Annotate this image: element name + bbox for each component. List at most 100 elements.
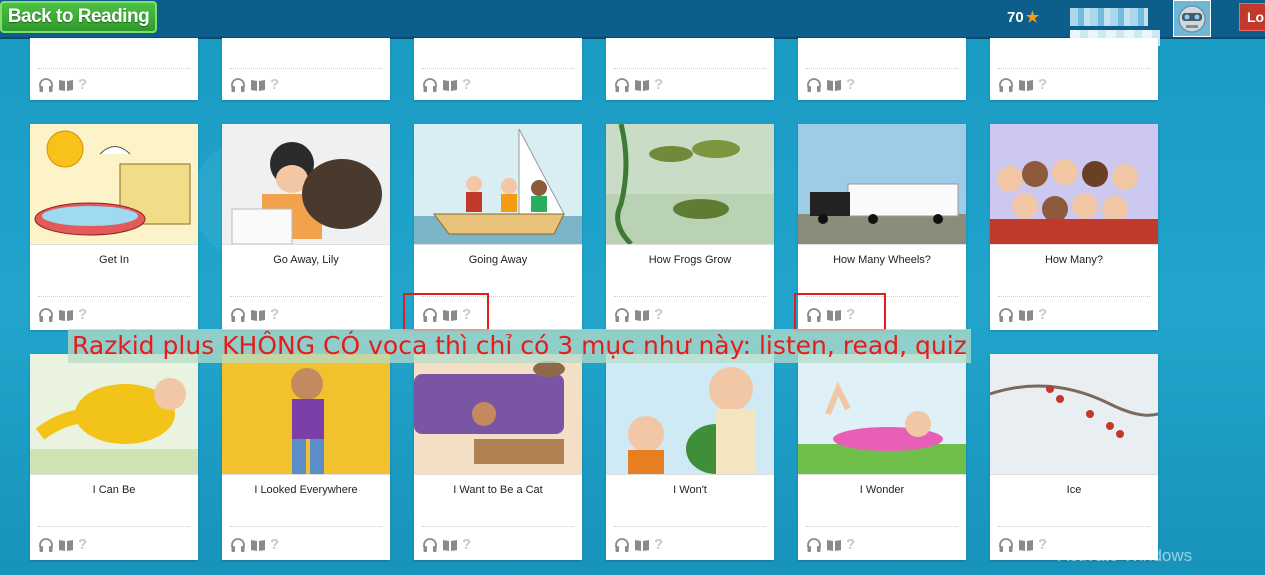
quiz-icon[interactable]: ? xyxy=(78,76,94,93)
headphones-icon[interactable] xyxy=(998,537,1014,553)
headphones-icon[interactable] xyxy=(998,77,1014,93)
quiz-icon[interactable]: ? xyxy=(1038,306,1054,323)
logout-button[interactable]: Lo xyxy=(1239,3,1265,31)
book-icon[interactable] xyxy=(442,537,458,553)
book-title[interactable]: I Looked Everywhere xyxy=(222,484,390,496)
quiz-icon[interactable]: ? xyxy=(654,536,670,553)
book-card[interactable]: How Many?? xyxy=(990,124,1158,330)
headphones-icon[interactable] xyxy=(38,307,54,323)
quiz-icon[interactable]: ? xyxy=(846,536,862,553)
book-card[interactable]: How Frogs Grow? xyxy=(606,124,774,330)
book-card[interactable]: I Can Be? xyxy=(30,354,198,560)
book-cover-image[interactable] xyxy=(30,124,198,245)
book-title[interactable]: How Many? xyxy=(990,254,1158,266)
book-cover-image[interactable] xyxy=(990,124,1158,245)
back-to-reading-button[interactable]: Back to Reading xyxy=(0,1,157,33)
quiz-icon[interactable]: ? xyxy=(1038,76,1054,93)
book-cover-image[interactable] xyxy=(606,354,774,475)
book-icon[interactable] xyxy=(1018,307,1034,323)
book-cover-image[interactable] xyxy=(30,354,198,475)
quiz-icon[interactable]: ? xyxy=(1038,536,1054,553)
headphones-icon[interactable] xyxy=(614,77,630,93)
book-icon[interactable] xyxy=(634,307,650,323)
book-icon[interactable] xyxy=(58,77,74,93)
avatar[interactable] xyxy=(1173,0,1211,37)
book-icon[interactable] xyxy=(442,77,458,93)
headphones-icon[interactable] xyxy=(422,537,438,553)
book-card[interactable]: ? xyxy=(606,38,774,100)
book-card[interactable]: ? xyxy=(414,38,582,100)
book-title[interactable]: I Want to Be a Cat xyxy=(414,484,582,496)
book-card[interactable]: ? xyxy=(30,38,198,100)
book-icon[interactable] xyxy=(1018,77,1034,93)
book-title[interactable]: I Won't xyxy=(606,484,774,496)
headphones-icon[interactable] xyxy=(230,537,246,553)
book-actions: ? xyxy=(806,536,866,552)
headphones-icon[interactable] xyxy=(998,307,1014,323)
card-divider xyxy=(230,296,382,297)
book-icon[interactable] xyxy=(634,537,650,553)
book-title[interactable]: I Can Be xyxy=(30,484,198,496)
quiz-icon[interactable]: ? xyxy=(462,76,478,93)
quiz-icon[interactable]: ? xyxy=(654,76,670,93)
book-icon[interactable] xyxy=(826,537,842,553)
headphones-icon[interactable] xyxy=(806,77,822,93)
book-card[interactable]: I Wonder? xyxy=(798,354,966,560)
book-icon[interactable] xyxy=(250,77,266,93)
headphones-icon[interactable] xyxy=(38,77,54,93)
quiz-icon[interactable]: ? xyxy=(270,76,286,93)
book-cover-image[interactable] xyxy=(990,354,1158,475)
headphones-icon[interactable] xyxy=(230,307,246,323)
quiz-icon[interactable]: ? xyxy=(270,306,286,323)
book-icon[interactable] xyxy=(58,307,74,323)
book-card[interactable]: Go Away, Lily? xyxy=(222,124,390,330)
book-title[interactable]: I Wonder xyxy=(798,484,966,496)
book-title[interactable]: Ice xyxy=(990,484,1158,496)
quiz-icon[interactable]: ? xyxy=(270,536,286,553)
book-title[interactable]: Go Away, Lily xyxy=(222,254,390,266)
book-icon[interactable] xyxy=(826,77,842,93)
book-cover-image[interactable] xyxy=(798,124,966,245)
book-cover-image[interactable] xyxy=(222,124,390,245)
headphones-icon[interactable] xyxy=(806,537,822,553)
book-icon[interactable] xyxy=(1018,537,1034,553)
book-card[interactable]: ? xyxy=(798,38,966,100)
quiz-icon[interactable]: ? xyxy=(654,306,670,323)
quiz-icon[interactable]: ? xyxy=(846,76,862,93)
book-cover-image[interactable] xyxy=(222,354,390,475)
book-actions: ? xyxy=(230,76,290,92)
book-icon[interactable] xyxy=(250,537,266,553)
book-icon[interactable] xyxy=(58,537,74,553)
book-card[interactable]: Ice? xyxy=(990,354,1158,560)
book-cover-image[interactable] xyxy=(414,124,582,245)
book-actions: ? xyxy=(422,536,482,552)
book-title[interactable]: How Frogs Grow xyxy=(606,254,774,266)
quiz-icon[interactable]: ? xyxy=(78,306,94,323)
book-title[interactable]: Get In xyxy=(30,254,198,266)
book-card[interactable]: ? xyxy=(222,38,390,100)
book-cover-image[interactable] xyxy=(606,124,774,245)
activate-windows-watermark: Activate Windows xyxy=(1058,546,1193,565)
book-card[interactable]: I Won't? xyxy=(606,354,774,560)
book-card[interactable]: I Looked Everywhere? xyxy=(222,354,390,560)
quiz-icon[interactable]: ? xyxy=(78,536,94,553)
book-cover-image[interactable] xyxy=(798,354,966,475)
book-card[interactable]: Get In? xyxy=(30,124,198,330)
book-cover-image[interactable] xyxy=(414,354,582,475)
book-card[interactable]: I Want to Be a Cat? xyxy=(414,354,582,560)
highlight-box xyxy=(794,293,886,331)
highlight-box xyxy=(403,293,489,331)
headphones-icon[interactable] xyxy=(422,77,438,93)
book-card[interactable]: ? xyxy=(990,38,1158,100)
headphones-icon[interactable] xyxy=(230,77,246,93)
book-actions: ? xyxy=(998,76,1058,92)
headphones-icon[interactable] xyxy=(614,307,630,323)
card-divider xyxy=(998,526,1150,527)
headphones-icon[interactable] xyxy=(38,537,54,553)
book-icon[interactable] xyxy=(634,77,650,93)
book-title[interactable]: How Many Wheels? xyxy=(798,254,966,266)
headphones-icon[interactable] xyxy=(614,537,630,553)
quiz-icon[interactable]: ? xyxy=(462,536,478,553)
book-title[interactable]: Going Away xyxy=(414,254,582,266)
book-icon[interactable] xyxy=(250,307,266,323)
